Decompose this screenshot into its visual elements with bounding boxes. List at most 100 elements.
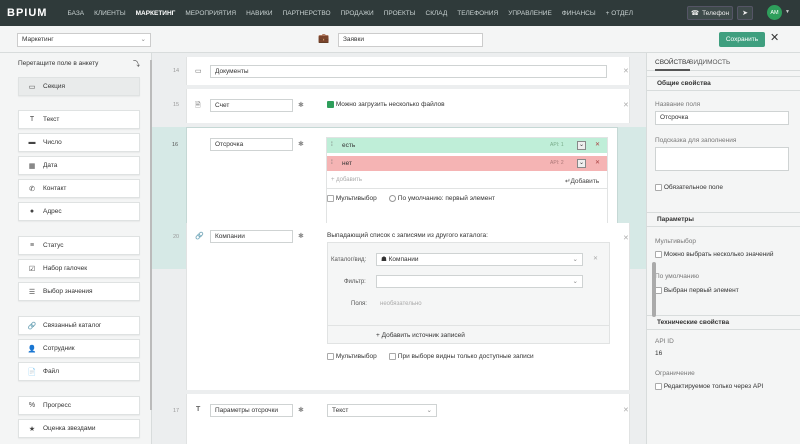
value-label[interactable]: есть	[342, 142, 355, 149]
section-select[interactable]: Маркетинг ⌄	[17, 33, 151, 47]
required-asterisk-icon[interactable]: ✱	[298, 101, 304, 109]
remove-icon[interactable]: ✕	[623, 406, 629, 414]
phone-button[interactable]: ☎ Телефон	[687, 6, 733, 20]
default-first-option[interactable]: По умолчанию: первый элемент	[389, 195, 495, 202]
field-name-input[interactable]: Отсрочка	[210, 138, 293, 151]
field-type-contact[interactable]: ✆ Контакт	[18, 179, 140, 198]
nav-item-partnership[interactable]: ПАРТНЕРСТВО	[283, 10, 331, 17]
nav-item-skills[interactable]: НАВИКИ	[246, 10, 273, 17]
filter-select[interactable]: ⌄	[376, 275, 583, 288]
field-type-section[interactable]: ▭ Секция	[18, 77, 140, 96]
field-row-documents[interactable]: 14 ▭ Документы ✕	[173, 57, 630, 85]
value-item[interactable]: ⁞ есть API: 1 ⌄ ✕	[327, 138, 607, 153]
drag-handle-icon[interactable]: ⁞	[331, 159, 333, 166]
drag-handle-icon[interactable]: ⁞	[331, 141, 333, 148]
required-asterisk-icon[interactable]: ✱	[298, 140, 304, 148]
hint-textarea[interactable]	[655, 147, 789, 171]
checkbox-icon[interactable]	[655, 383, 662, 390]
field-type-checkboxes[interactable]: ☑ Набор галочек	[18, 259, 140, 278]
required-option[interactable]: Обязательное поле	[655, 184, 723, 191]
fields-input[interactable]: необязательно	[380, 301, 422, 307]
tab-properties[interactable]: СВОЙСТВА	[655, 59, 691, 71]
nav-item-telephony[interactable]: ТЕЛЕФОНИЯ	[457, 10, 498, 17]
values-list: ⁞ есть API: 1 ⌄ ✕ ⁞ нет API: 2 ⌄ ✕ + доб…	[326, 137, 608, 235]
field-name-label: Название поля	[655, 101, 701, 108]
properties-scrollbar[interactable]	[652, 262, 656, 317]
remove-icon[interactable]: ✕	[595, 141, 600, 148]
save-button[interactable]: Сохранить	[719, 32, 765, 47]
text-type-select[interactable]: Текст ⌄	[327, 404, 437, 417]
chevron-down-icon[interactable]: ▼	[785, 9, 790, 15]
nav-item-marketing[interactable]: МАРКЕТИНГ	[136, 10, 176, 17]
multiselect-property-option[interactable]: Можно выбрать несколько значений	[655, 251, 774, 258]
field-number: 14	[173, 68, 180, 74]
catalog-name-input[interactable]: Заявки	[338, 33, 483, 47]
field-name-input[interactable]: Компании	[210, 230, 293, 243]
section-name-input[interactable]: Документы	[210, 65, 607, 78]
nav-item-management[interactable]: УПРАВЛЕНИЕ	[508, 10, 552, 17]
field-type-employee[interactable]: 👤 Сотрудник	[18, 339, 140, 358]
required-asterisk-icon[interactable]: ✱	[298, 232, 304, 240]
avatar[interactable]: AM	[767, 5, 782, 20]
value-label[interactable]: нет	[342, 160, 352, 167]
field-type-date[interactable]: ▦ Дата	[18, 156, 140, 175]
checkbox-icon[interactable]	[389, 353, 396, 360]
field-row-companies[interactable]: 20 🔗 Компании ✱ Выпадающий список с запи…	[173, 223, 630, 390]
field-type-linked-catalog[interactable]: 🔗 Связанный каталог	[18, 316, 140, 335]
multiple-files-option[interactable]: Можно загрузить несколько файлов	[327, 101, 445, 108]
remove-icon[interactable]: ✕	[623, 101, 629, 109]
multiselect-option[interactable]: Мультивыбор	[327, 195, 377, 202]
nav-item-clients[interactable]: КЛИЕНТЫ	[94, 10, 125, 17]
radio-icon[interactable]	[389, 195, 396, 202]
nav-item-sales[interactable]: ПРОДАЖИ	[341, 10, 374, 17]
nav-item-warehouse[interactable]: СКЛАД	[426, 10, 448, 17]
checkbox-icon[interactable]	[655, 287, 662, 294]
chevron-down-icon[interactable]: ⌄	[577, 159, 586, 168]
remove-icon[interactable]: ✕	[593, 255, 598, 262]
field-row-invoice[interactable]: 15 🗎 Счет ✱ Можно загрузить несколько фа…	[173, 89, 630, 123]
chevron-down-icon[interactable]: ⌄	[577, 141, 586, 150]
only-available-option[interactable]: При выборе видны только доступные записи	[389, 353, 534, 360]
catalog-select[interactable]: ☗ Компании ⌄	[376, 253, 583, 266]
checkbox-icon[interactable]	[655, 251, 662, 258]
checkbox-checked-icon[interactable]	[327, 101, 334, 108]
checkbox-icon[interactable]	[655, 184, 662, 191]
field-name-property-input[interactable]: Отсрочка	[655, 111, 789, 125]
restriction-option[interactable]: Редактируемое только через API	[655, 383, 763, 390]
field-type-stars[interactable]: ★ Оценка звездами	[18, 419, 140, 438]
nav-item-projects[interactable]: ПРОЕКТЫ	[384, 10, 416, 17]
field-name-input[interactable]: Счет	[210, 99, 293, 112]
field-type-number[interactable]: ▬ Число	[18, 133, 140, 152]
multiselect-option[interactable]: Мультивыбор	[327, 353, 377, 360]
checkbox-icon[interactable]	[327, 353, 334, 360]
field-name-input[interactable]: Параметры отсрочки	[210, 404, 293, 417]
close-icon[interactable]: ✕	[770, 31, 779, 44]
field-type-address[interactable]: ● Адрес	[18, 202, 140, 221]
field-row-deferral-params[interactable]: 17 T Параметры отсрочки ✱ Текст ⌄ ✕	[173, 394, 630, 444]
tab-visibility[interactable]: ВИДИМОСТЬ	[689, 59, 730, 66]
add-source-button[interactable]: + Добавить источник записей	[376, 332, 465, 339]
checkbox-icon[interactable]	[327, 195, 334, 202]
file-icon: 🗎	[195, 102, 201, 109]
send-button[interactable]: ➤	[737, 6, 753, 20]
required-asterisk-icon[interactable]: ✱	[298, 406, 304, 414]
field-type-dropdown[interactable]: ☰ Выбор значения	[18, 282, 140, 301]
remove-icon[interactable]: ✕	[623, 67, 629, 75]
field-type-status[interactable]: ≡ Статус	[18, 236, 140, 255]
field-type-file[interactable]: 📄 Файл	[18, 362, 140, 381]
field-type-text[interactable]: T Текст	[18, 110, 140, 129]
user-icon: 👤	[27, 345, 37, 353]
add-value-input[interactable]: + добавить	[331, 177, 362, 183]
nav-item-events[interactable]: МЕРОПРИЯТИЯ	[185, 10, 236, 17]
nav-item-add-department[interactable]: + ОТДЕЛ	[606, 10, 633, 17]
remove-icon[interactable]: ✕	[595, 159, 600, 166]
field-type-progress[interactable]: % Прогресс	[18, 396, 140, 415]
value-item[interactable]: ⁞ нет API: 2 ⌄ ✕	[327, 156, 607, 171]
briefcase-icon[interactable]: 💼	[318, 33, 332, 46]
remove-icon[interactable]: ✕	[623, 234, 629, 242]
nav-item-finance[interactable]: ФИНАНСЫ	[562, 10, 596, 17]
nav-item-base[interactable]: БАЗА	[67, 10, 84, 17]
add-value-button[interactable]: ↵Добавить	[565, 177, 599, 185]
default-property-option[interactable]: Выбран первый элемент	[655, 287, 739, 294]
collapse-icon[interactable]: ⤵	[133, 59, 140, 69]
